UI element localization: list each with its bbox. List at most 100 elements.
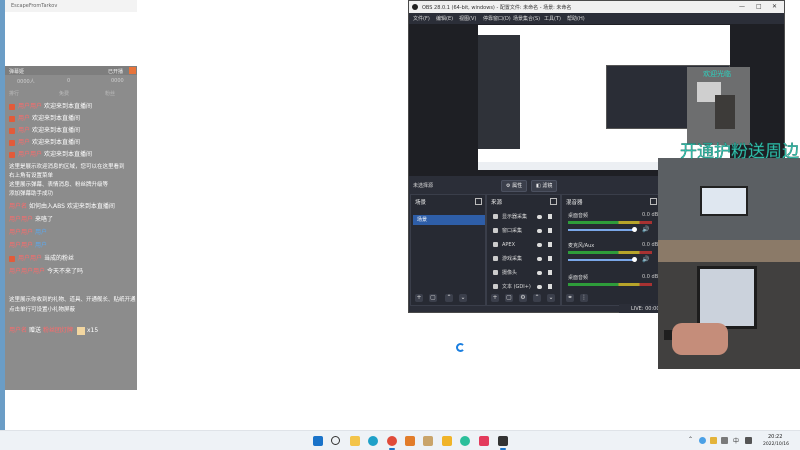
loading-spinner-icon: [456, 343, 465, 352]
source-item[interactable]: 游戏采集: [493, 254, 559, 264]
menu-scene-collection[interactable]: 场景集合(S): [513, 15, 540, 22]
app-icon[interactable]: [423, 436, 433, 446]
undock-icon[interactable]: [475, 198, 482, 205]
minimize-button[interactable]: —: [739, 3, 745, 10]
source-item[interactable]: APEX: [493, 240, 559, 250]
lock-icon[interactable]: [548, 256, 552, 261]
menu-tools[interactable]: 工具(T): [544, 15, 561, 22]
ime-indicator[interactable]: 中: [733, 436, 739, 445]
menu-file[interactable]: 文件(F): [413, 15, 430, 22]
speaker-icon[interactable]: 🔊: [642, 256, 649, 263]
cloud-icon[interactable]: [699, 437, 706, 444]
volume-meter: [568, 283, 652, 286]
edge-browser-icon[interactable]: [368, 436, 378, 446]
move-down-button[interactable]: ⌄: [459, 294, 467, 302]
menu-edit[interactable]: 编辑(E): [436, 15, 453, 22]
source-item[interactable]: 文本 (GDI+): [493, 282, 559, 292]
source-item[interactable]: 窗口采集: [493, 226, 559, 236]
gamepad-icon: [493, 242, 498, 247]
eye-icon[interactable]: [537, 271, 542, 275]
scene-list-item[interactable]: 场景: [413, 215, 485, 225]
source-settings-button[interactable]: ⚙: [519, 294, 527, 302]
undock-icon[interactable]: [550, 198, 557, 205]
lock-icon[interactable]: [548, 228, 552, 233]
volume-slider[interactable]: [568, 229, 636, 231]
file-explorer-icon[interactable]: [350, 436, 360, 446]
volume-meter: [568, 221, 652, 224]
eye-icon[interactable]: [537, 257, 542, 261]
obs-window-title: OBS 28.0.1 (64-bit, windows) - 配置文件: 未命名…: [422, 5, 572, 11]
danmu-panel: 弹幕姬 已开播 0000人 0 0000 排行 免费 粉丝 用户用户 欢迎来到本直…: [5, 66, 137, 390]
chevron-up-icon[interactable]: ⌃: [688, 436, 695, 443]
tab-free[interactable]: 免费: [59, 90, 69, 97]
eye-icon[interactable]: [537, 215, 542, 219]
stat-likes: 0: [67, 78, 71, 84]
move-up-button[interactable]: ⌃: [445, 294, 453, 302]
slider-handle[interactable]: [632, 227, 637, 232]
add-scene-button[interactable]: +: [415, 294, 423, 302]
source-item[interactable]: 显示器采集: [493, 212, 559, 222]
undock-icon[interactable]: [650, 198, 657, 205]
search-icon[interactable]: [331, 436, 340, 445]
clock-date[interactable]: 2022/10/16: [763, 442, 789, 447]
menu-docks[interactable]: 停靠窗口(D): [483, 15, 511, 22]
app-icon[interactable]: [442, 436, 452, 446]
slider-handle[interactable]: [632, 257, 637, 262]
windows-start-icon[interactable]: [313, 436, 323, 446]
tab-rank[interactable]: 排行: [9, 90, 19, 97]
volume-icon[interactable]: [745, 437, 752, 444]
danmu-header-title: 弹幕姬: [9, 69, 25, 75]
more-options-icon[interactable]: ⋮: [580, 294, 588, 302]
menu-view[interactable]: 视图(V): [459, 15, 476, 22]
window-icon: [493, 228, 498, 233]
fan-badge-icon: [9, 255, 15, 262]
speaker-icon[interactable]: 🔊: [642, 226, 649, 233]
sources-dock-title: 来源: [491, 200, 503, 206]
app-icon[interactable]: [479, 436, 489, 446]
volume-slider[interactable]: [568, 259, 636, 261]
add-source-button[interactable]: +: [491, 294, 499, 302]
maximize-button[interactable]: □: [756, 3, 762, 10]
move-down-button[interactable]: ⌄: [547, 294, 555, 302]
obs-taskbar-icon[interactable]: [498, 436, 508, 446]
menu-help[interactable]: 帮助(H): [567, 15, 585, 22]
close-button[interactable]: ✕: [772, 3, 777, 10]
stat-viewers: 0000人: [17, 79, 35, 85]
obs-titlebar[interactable]: OBS 28.0.1 (64-bit, windows) - 配置文件: 未命名…: [409, 1, 784, 13]
footer-line: 这里展示你收到的礼物、道具、开通舰长、贴纸开通: [9, 297, 136, 303]
lock-icon[interactable]: [548, 214, 552, 219]
chrome-icon[interactable]: [387, 436, 397, 446]
danmu-stats: 0000人 0 0000: [5, 78, 137, 86]
eye-icon[interactable]: [537, 243, 542, 247]
move-up-button[interactable]: ⌃: [533, 294, 541, 302]
lock-icon[interactable]: [548, 284, 552, 289]
remove-source-button[interactable]: ▢: [505, 294, 513, 302]
source-item[interactable]: 摄像头: [493, 268, 559, 278]
mixer-dock-title: 混音器: [566, 200, 583, 206]
tab-fans[interactable]: 粉丝: [105, 90, 115, 97]
info-line: 右上角有设置菜单: [9, 173, 54, 179]
list-item: 用户 欢迎来到本直播间: [9, 137, 80, 146]
eye-icon[interactable]: [537, 229, 542, 233]
properties-button[interactable]: ⚙ 属性: [501, 180, 528, 192]
clock-time[interactable]: 20:22: [768, 434, 782, 440]
mixer-channel-name: 桌面音频: [568, 275, 589, 281]
app-icon[interactable]: [405, 436, 415, 446]
eye-icon[interactable]: [537, 285, 542, 289]
danmu-window-titlebar[interactable]: EscapeFromTarkov: [5, 0, 137, 12]
obs-logo-icon: [412, 4, 418, 10]
lock-icon[interactable]: [548, 242, 552, 247]
filters-button[interactable]: ◧ 滤镜: [531, 180, 558, 192]
link-icon[interactable]: ⚭: [566, 294, 574, 302]
chat-line: 用户用户用户 今天不来了吗: [9, 268, 84, 275]
chat-line: 用户名 如何由入ABS 欢迎来到本直播间: [9, 203, 115, 210]
app-icon[interactable]: [460, 436, 470, 446]
remove-scene-button[interactable]: ▢: [429, 294, 437, 302]
gift-icon: [76, 326, 85, 335]
network-icon[interactable]: [721, 437, 728, 444]
app-tray-icon[interactable]: [710, 437, 717, 444]
close-icon[interactable]: [129, 67, 136, 74]
info-line: 这里是展示欢迎消息的区域，您可以在这里看到: [9, 164, 125, 170]
danmu-header: 弹幕姬 已开播: [5, 66, 137, 75]
lock-icon[interactable]: [548, 270, 552, 275]
